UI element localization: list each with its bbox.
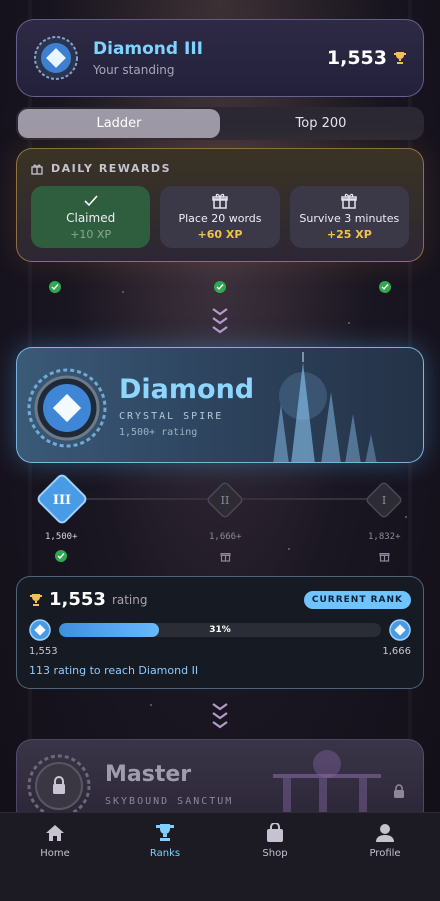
nav-label: Ranks <box>149 848 181 859</box>
division-numeral: II <box>221 494 230 507</box>
reward-card-claimed: Claimed +10 XP <box>31 186 151 248</box>
tier-subtitle: SKYBOUND SANCTUM <box>105 796 234 807</box>
range-min: 1,553 <box>29 646 58 657</box>
diamond-small-icon <box>29 619 51 641</box>
completed-check-icon <box>55 550 67 562</box>
tier-rating: 1,500+ rating <box>119 427 198 438</box>
division-marker-i[interactable]: I <box>363 479 405 521</box>
current-rating: 1,553 <box>49 589 106 610</box>
score-value: 1,553 <box>326 47 387 69</box>
gift-icon <box>379 553 390 562</box>
crystal-spire-illustration <box>273 352 377 462</box>
division-marker-ii[interactable]: II <box>204 479 246 521</box>
checkmark-icon <box>84 194 98 206</box>
rating-progress-card: 1,553 rating CURRENT RANK 31% 1,553 1,66… <box>16 576 424 689</box>
range-max: 1,666 <box>382 646 411 657</box>
daily-rewards-panel: DAILY REWARDS Claimed +10 XP Place 20 wo… <box>16 148 424 262</box>
gift-icon <box>31 164 43 175</box>
sparkle <box>288 548 290 550</box>
division-marker-current[interactable]: III <box>34 471 90 527</box>
sparkle <box>405 516 407 518</box>
division-numeral: I <box>382 494 386 507</box>
home-icon <box>46 825 64 841</box>
master-tier-emblem-icon <box>27 754 91 818</box>
reward-label: Place 20 words <box>178 212 262 225</box>
division-threshold: 1,666+ <box>209 532 242 542</box>
nav-profile[interactable]: Profile <box>345 823 425 901</box>
sparkle <box>348 322 350 324</box>
lock-icon <box>394 784 404 798</box>
sparkle <box>150 704 152 706</box>
rating-progress-bar: 31% <box>59 623 381 637</box>
tier-card-diamond[interactable]: Diamond CRYSTAL SPIRE 1,500+ rating <box>16 347 424 463</box>
diamond-tier-emblem-icon <box>27 368 107 448</box>
trophy-icon <box>394 52 406 64</box>
standing-subtitle: Your standing <box>93 63 175 77</box>
standing-title: Diamond III <box>93 39 203 59</box>
gift-icon <box>212 193 228 209</box>
trophy-icon <box>156 824 174 841</box>
rating-label: rating <box>111 592 148 607</box>
standing-score: 1,553 <box>327 47 407 69</box>
division-threshold: 1,832+ <box>368 532 401 542</box>
gift-icon <box>341 193 358 209</box>
tab-ladder[interactable]: Ladder <box>18 109 220 138</box>
daily-rewards-title: DAILY REWARDS <box>51 162 171 175</box>
reward-xp: +25 XP <box>326 228 372 241</box>
ranking-tabs: Ladder Top 200 <box>16 107 424 140</box>
completed-check-icon <box>214 281 226 293</box>
tab-top-200[interactable]: Top 200 <box>220 109 422 138</box>
completed-check-icon <box>379 281 391 293</box>
completed-check-icon <box>49 281 61 293</box>
reward-card-survive[interactable]: Survive 3 minutes +25 XP <box>289 186 409 248</box>
bag-icon <box>267 823 283 842</box>
person-icon <box>376 824 394 842</box>
sparkle <box>122 291 124 293</box>
reward-label: Survive 3 minutes <box>299 212 400 225</box>
tier-name: Diamond <box>119 374 255 405</box>
chevron-down-icon <box>212 308 228 334</box>
daily-rewards-header: DAILY REWARDS <box>31 162 409 175</box>
tier-name: Master <box>105 762 192 787</box>
nav-home[interactable]: Home <box>15 823 95 901</box>
gift-icon <box>220 553 231 562</box>
division-threshold: 1,500+ <box>45 532 78 542</box>
standing-card[interactable]: Diamond III Your standing 1,553 <box>16 19 424 97</box>
division-numeral: III <box>53 493 71 508</box>
trophy-icon <box>30 593 42 606</box>
nav-ranks[interactable]: Ranks <box>125 823 205 901</box>
nav-label: Home <box>40 848 70 859</box>
bottom-navigation: Home Ranks Shop Profile <box>0 812 440 901</box>
reward-xp: +10 XP <box>70 227 112 241</box>
reward-label: Claimed <box>66 210 116 225</box>
tier-subtitle: CRYSTAL SPIRE <box>119 411 224 422</box>
nav-shop[interactable]: Shop <box>235 823 315 901</box>
rating-to-next: 113 rating to reach Diamond II <box>29 664 199 677</box>
nav-label: Shop <box>262 848 288 859</box>
nav-label: Profile <box>369 848 401 859</box>
diamond-badge-icon <box>34 36 78 80</box>
progress-percent: 31% <box>209 625 231 635</box>
reward-card-place-words[interactable]: Place 20 words +60 XP <box>160 186 280 248</box>
current-rank-badge: CURRENT RANK <box>303 590 411 609</box>
reward-xp: +60 XP <box>197 228 243 241</box>
diamond-small-icon <box>389 619 411 641</box>
chevron-down-icon <box>212 703 228 729</box>
